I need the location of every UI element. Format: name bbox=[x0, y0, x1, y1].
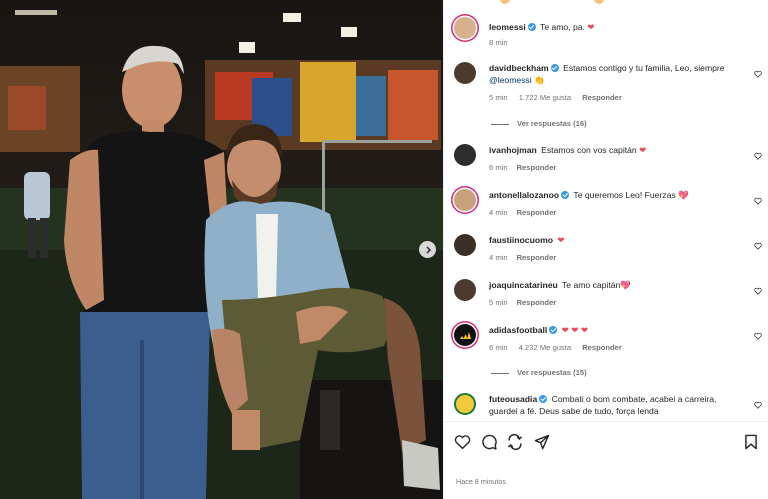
comment-username[interactable]: futeousadia bbox=[489, 394, 537, 404]
post-time-ago: Hace 8 minutos bbox=[456, 477, 506, 486]
comment-likes[interactable]: 4.232 Me gusta bbox=[519, 343, 571, 352]
send-icon[interactable] bbox=[534, 434, 550, 450]
verified-badge-icon bbox=[550, 64, 559, 72]
like-comment-icon[interactable] bbox=[754, 70, 762, 78]
caption-text: Te amo, pa. bbox=[540, 22, 585, 32]
chevron-right-icon bbox=[426, 246, 431, 253]
avatar[interactable] bbox=[454, 234, 476, 256]
comment-likes[interactable]: 1.722 Me gusta bbox=[519, 93, 571, 102]
like-comment-icon[interactable] bbox=[754, 401, 762, 409]
like-comment-icon[interactable] bbox=[754, 197, 762, 205]
comment-time: 6 min bbox=[489, 343, 508, 352]
comment-username[interactable]: davidbeckham bbox=[489, 63, 549, 73]
caption-username[interactable]: leomessi bbox=[489, 22, 526, 32]
verified-badge-icon bbox=[539, 395, 548, 403]
photo-illustration bbox=[0, 10, 443, 499]
comment-text: Te amo capitán bbox=[562, 280, 621, 290]
adidas-logo-icon bbox=[460, 331, 471, 339]
actions-divider bbox=[444, 421, 768, 422]
avatar[interactable] bbox=[454, 144, 476, 166]
share-icon[interactable] bbox=[507, 434, 523, 450]
comment-time: 4 min bbox=[489, 208, 508, 217]
verified-badge-icon bbox=[561, 191, 570, 199]
reply-button[interactable]: Responder bbox=[582, 343, 622, 352]
clap-emoji: 👏 bbox=[534, 75, 545, 85]
next-photo-button[interactable] bbox=[419, 241, 436, 258]
reply-button[interactable]: Responder bbox=[582, 93, 622, 102]
comment-text: Estamos con vos capitán bbox=[541, 145, 637, 155]
comment-username[interactable]: adidasfootball bbox=[489, 325, 547, 335]
comment-icon[interactable] bbox=[481, 434, 497, 450]
sparkle-heart-emoji: 💖 bbox=[620, 280, 631, 290]
post-photo[interactable] bbox=[0, 0, 443, 499]
like-comment-icon[interactable] bbox=[754, 242, 762, 250]
comment-username[interactable]: joaquincatarineu bbox=[489, 280, 558, 290]
comment-time: 5 min bbox=[489, 93, 508, 102]
comment-username[interactable]: faustiinocuomo bbox=[489, 235, 553, 245]
heart-outline-icon[interactable] bbox=[454, 434, 471, 450]
avatar[interactable] bbox=[454, 393, 476, 415]
reply-button[interactable]: Responder bbox=[517, 163, 557, 172]
heart-emoji: ❤ bbox=[557, 235, 565, 245]
caption-time: 8 min bbox=[489, 38, 508, 47]
like-comment-icon[interactable] bbox=[754, 152, 762, 160]
view-replies-button[interactable]: Ver respuestas (15) bbox=[491, 368, 587, 377]
heart-emoji: ❤ ❤ ❤ bbox=[561, 325, 589, 335]
like-comment-icon[interactable] bbox=[754, 332, 762, 340]
comment-username[interactable]: ivanhojman bbox=[489, 145, 537, 155]
reply-button[interactable]: Responder bbox=[517, 253, 557, 262]
comment-time: 4 min bbox=[489, 253, 508, 262]
avatar[interactable] bbox=[454, 189, 476, 211]
avatar[interactable] bbox=[454, 17, 476, 39]
comment-text: Te queremos Leo! Fuerzas bbox=[573, 190, 676, 200]
like-comment-icon[interactable] bbox=[754, 287, 762, 295]
avatar[interactable] bbox=[454, 279, 476, 301]
verified-badge-icon bbox=[549, 326, 558, 334]
avatar[interactable] bbox=[454, 324, 476, 346]
view-replies-button[interactable]: Ver respuestas (16) bbox=[491, 119, 587, 128]
top-strip bbox=[444, 0, 768, 4]
sparkle-heart-emoji: 💖 bbox=[678, 190, 689, 200]
bookmark-icon[interactable] bbox=[744, 434, 758, 450]
post-actions bbox=[454, 434, 759, 454]
heart-emoji: ❤ bbox=[587, 22, 595, 32]
heart-emoji: ❤ bbox=[639, 145, 647, 155]
reply-button[interactable]: Responder bbox=[517, 208, 557, 217]
comments-panel: leomessi Te amo, pa. ❤ 8 min davidbeckha… bbox=[443, 0, 768, 499]
avatar[interactable] bbox=[454, 62, 476, 84]
reply-button[interactable]: Responder bbox=[517, 298, 557, 307]
comment-time: 5 min bbox=[489, 298, 508, 307]
comment-time: 6 min bbox=[489, 163, 508, 172]
verified-badge-icon bbox=[527, 23, 536, 31]
comment-text: Estamos contigo y tu familia, Leo, siemp… bbox=[563, 63, 725, 73]
mention-link[interactable]: @leomessi bbox=[489, 75, 532, 85]
comment-username[interactable]: antonellalozanoo bbox=[489, 190, 559, 200]
